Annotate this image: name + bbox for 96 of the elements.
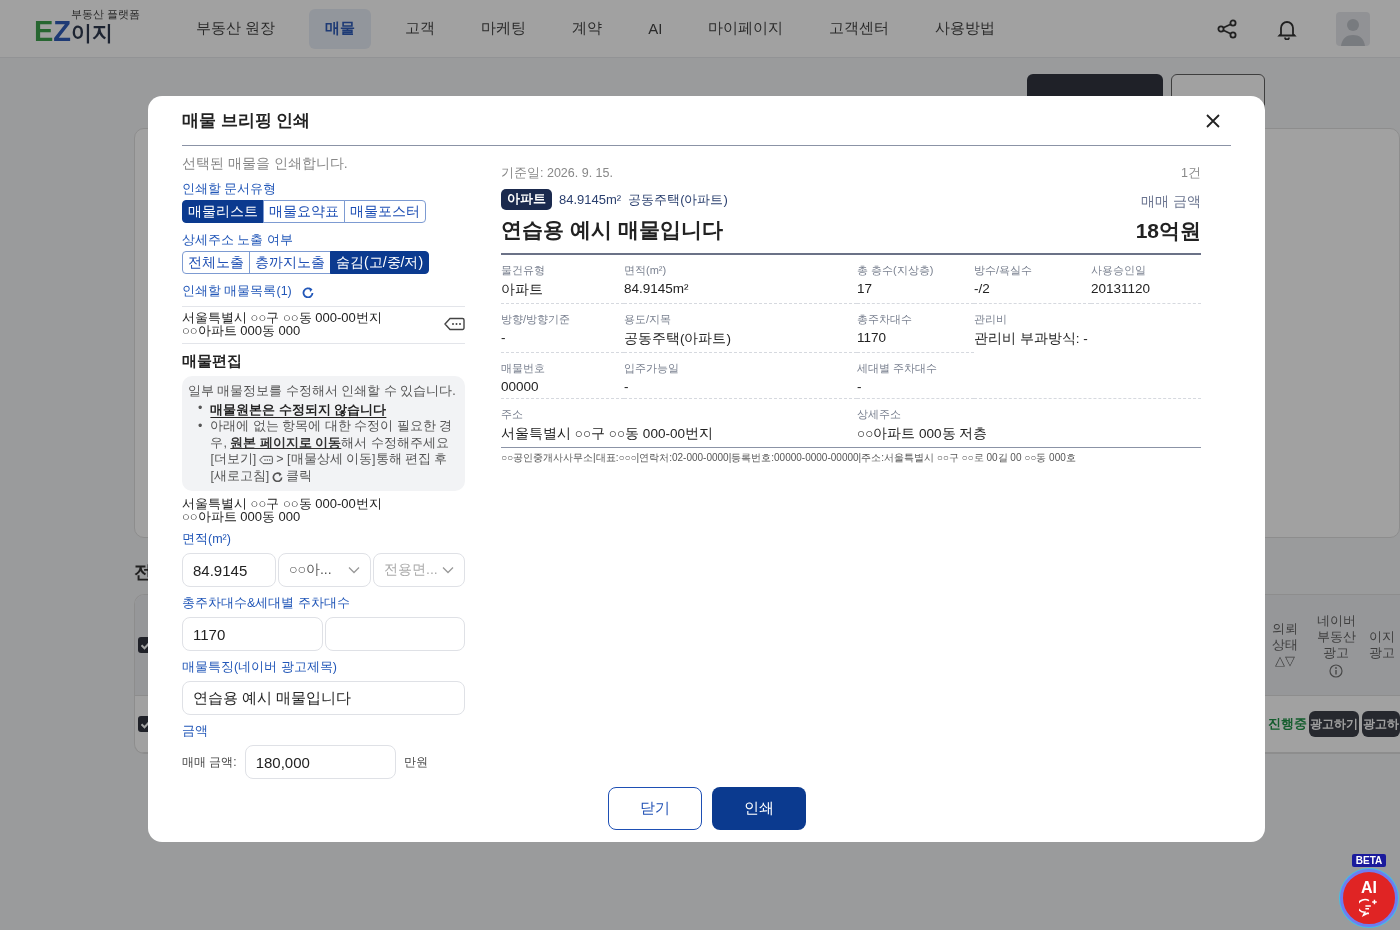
segment-option[interactable]: 숨김(고/중/저) <box>330 251 430 274</box>
usage-text: 공동주택(아파트) <box>628 190 728 209</box>
dialog-button[interactable]: 인쇄 <box>711 787 806 830</box>
field-value: 관리비 부과방식: - <box>974 330 1089 348</box>
field-label: 세대별 주차대수 <box>857 361 939 376</box>
price-value: 18억원 <box>1135 218 1201 244</box>
field-label: 방향/방향기준 <box>501 312 572 327</box>
dialog-button[interactable]: 닫기 <box>607 787 702 830</box>
area-text: 84.9145m² <box>559 192 622 207</box>
nav-tab[interactable]: 고객센터 <box>817 8 902 49</box>
field-value: 84.9145m² <box>624 281 690 296</box>
field-label: 총 층수(지상층) <box>857 263 935 278</box>
chevron-icon <box>348 566 360 574</box>
field-label: 매물특징(네이버 광고제목) <box>182 659 338 676</box>
field-value: - <box>857 379 863 394</box>
nav-tab[interactable]: AI <box>636 8 675 49</box>
list-item-address[interactable]: 서울특별시 ○○구 ○○동 000-00번지 ○○아파트 000동 000 <box>182 311 444 337</box>
complex-dropdown[interactable]: ○○아... <box>278 553 371 587</box>
field-value: 17 <box>857 281 874 296</box>
field-value: 공동주택(아파트) <box>624 330 732 348</box>
close-icon <box>1205 112 1221 129</box>
status-text: 진행중 <box>1268 715 1307 733</box>
share-icon[interactable] <box>1216 17 1238 40</box>
field-value: 서울특별시 ○○구 ○○동 000-00번지 <box>501 425 714 443</box>
nav-tab[interactable]: 매물 <box>309 8 372 49</box>
field-label: 주소 <box>501 407 524 422</box>
notice-text: 일부 매물정보를 수정해서 인쇄할 수 있습니다. <box>188 383 457 400</box>
field-value: - <box>624 379 630 394</box>
field-label: 관리비 <box>974 312 1008 327</box>
intro-text: 선택된 매물을 인쇄합니다. <box>182 155 349 173</box>
field-value: 00000 <box>501 379 540 394</box>
headline-input[interactable]: 연습용 예시 매물입니다 <box>182 681 465 715</box>
field-label: 입주가능일 <box>624 361 680 376</box>
field-label: 용도/지목 <box>624 312 673 327</box>
field-label: 물건유형 <box>501 263 546 278</box>
listing-title: 연습용 예시 매물입니다 <box>501 217 724 243</box>
field-label: 인쇄할 매물목록(1) <box>182 283 292 300</box>
field-label: 총주차대수&세대별 주차대수 <box>182 595 351 612</box>
parking-household-input[interactable] <box>325 617 465 651</box>
date-text: 기준일: 2026. 9. 15. <box>501 165 613 182</box>
segment-option[interactable]: 매물요약표 <box>263 200 345 223</box>
more-tag-icon <box>259 455 274 465</box>
price-input[interactable]: 180,000 <box>244 745 396 779</box>
dialog-title: 매물 브리핑 인쇄 <box>182 110 312 132</box>
bullet-mark: • <box>198 399 203 417</box>
ad-button[interactable]: 광고하기 <box>1309 711 1359 737</box>
price-label: 매매 금액 <box>1140 193 1201 211</box>
nav-tab[interactable]: 부동산 원장 <box>184 8 288 49</box>
nav-tab[interactable]: 고객 <box>393 8 448 49</box>
notice-item: 아래에 없는 항목에 대한 수정이 필요한 경우, 원본 페이지로 이동해서 수정해주세요 [더보기] > [매물상세 이동]통해 편집 후 [새로고침] 클릭 <box>210 418 454 484</box>
ad-button[interactable]: 광고하 <box>1362 711 1400 737</box>
parking-total-input[interactable]: 1170 <box>182 617 323 651</box>
field-label: 방수/욕실수 <box>974 263 1034 278</box>
more-tag-icon[interactable] <box>444 317 465 331</box>
field-label: 면적(m²) <box>624 263 668 278</box>
field-label: 총주차대수 <box>857 312 913 327</box>
chevron-icon <box>442 566 454 574</box>
area-input[interactable]: 84.9145 <box>182 553 276 587</box>
bullet-mark: • <box>198 418 203 435</box>
field-value: 아파트 <box>501 281 544 299</box>
segment-option[interactable]: 매물리스트 <box>182 200 264 223</box>
segment-option[interactable]: 매물포스터 <box>344 200 426 223</box>
refresh-icon <box>272 470 284 482</box>
nav-tab[interactable]: 사용방법 <box>923 8 1008 49</box>
refresh-icon[interactable] <box>301 285 314 298</box>
field-label: 사용승인일 <box>1091 263 1147 278</box>
field-value: -/2 <box>974 281 991 296</box>
ai-chat-button[interactable]: AI <box>1340 869 1398 927</box>
price-label: 매매 금액: <box>182 753 237 771</box>
chat-icon <box>1359 897 1379 917</box>
nav-tab[interactable]: 마케팅 <box>469 8 539 49</box>
type-badge: 아파트 <box>501 189 552 210</box>
field-label: 인쇄할 문서유형 <box>182 181 278 198</box>
count-text: 1건 <box>1181 165 1201 182</box>
nav-tab[interactable]: 계약 <box>560 8 615 49</box>
column-header: 의뢰 상태 △▽ <box>1271 621 1299 669</box>
address-text: 서울특별시 ○○구 ○○동 000-00번지 ○○아파트 000동 000 <box>182 497 383 523</box>
field-label: 상세주소 <box>857 407 902 422</box>
nav-tab[interactable]: 마이페이지 <box>696 8 796 49</box>
notice-item: 매물원본은 수정되지 않습니다 <box>210 401 387 418</box>
field-label: 면적(m²) <box>182 531 232 548</box>
column-header: 이지 광고 <box>1368 629 1396 661</box>
section-heading: 매물편집 <box>182 352 243 371</box>
unit-text: 만원 <box>403 753 428 771</box>
beta-badge: BETA <box>1351 854 1387 867</box>
segment-option[interactable]: 전체노출 <box>182 251 250 274</box>
column-header: 네이버 부동산 광고 <box>1316 612 1356 661</box>
field-value: 1170 <box>857 330 888 345</box>
field-label: 상세주소 노출 여부 <box>182 232 294 249</box>
field-value: 20131120 <box>1091 281 1152 296</box>
segment-option[interactable]: 층까지노출 <box>249 251 331 274</box>
field-label: 금액 <box>182 723 209 740</box>
field-label: 매물번호 <box>501 361 546 376</box>
field-value: ○○아파트 000동 저층 <box>857 425 989 443</box>
field-value: - <box>501 330 507 345</box>
footer-text: ○○공인중개사사무소|대표:○○○|연락처:02-000-0000|등록번호:00000-0000-00000|주소:서울특별시 ○○구 ○○로 00길 00 ○○동 000호 <box>501 451 1077 465</box>
